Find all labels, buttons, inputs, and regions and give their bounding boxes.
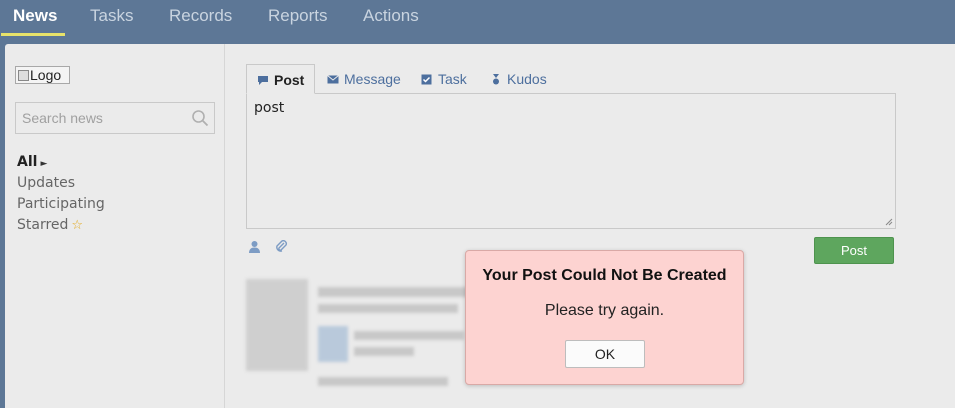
envelope-icon (327, 75, 339, 84)
post-textarea[interactable] (247, 94, 895, 228)
search-box (15, 102, 215, 134)
nav-tab-news[interactable]: News (0, 0, 66, 36)
nav-tab-records[interactable]: Records (169, 0, 232, 36)
dialog-message: Please try again. (544, 302, 665, 319)
logo: Logo (15, 66, 70, 84)
filter-updates[interactable]: Updates (17, 173, 105, 194)
feed-thumbnail (318, 326, 348, 362)
feed-avatar (246, 279, 308, 371)
attachment-tools (248, 240, 298, 258)
error-dialog: Your Post Could Not Be Created Please tr… (465, 250, 744, 385)
resize-handle-icon[interactable] (885, 218, 893, 226)
feed-line (318, 304, 458, 313)
news-filters: All ► Updates Participating Starred ☆ (17, 152, 105, 236)
tab-message[interactable]: Message (327, 64, 401, 94)
ok-button[interactable]: OK (565, 340, 645, 368)
arrow-right-icon: ► (40, 159, 48, 169)
tab-label: Task (438, 71, 467, 87)
tab-label: Kudos (507, 71, 547, 87)
paperclip-icon[interactable] (275, 240, 288, 258)
post-button[interactable]: Post (814, 237, 894, 264)
nav-tab-actions[interactable]: Actions (363, 0, 419, 36)
filter-participating[interactable]: Participating (17, 194, 105, 215)
checkbox-icon (421, 74, 432, 85)
speech-bubble-icon (258, 76, 268, 85)
filter-label: All (17, 154, 38, 170)
filter-label: Starred (17, 217, 69, 233)
medal-icon (493, 74, 499, 85)
search-icon[interactable] (191, 109, 209, 127)
sidebar: Logo All► Updates Participating Starred☆ (5, 44, 225, 408)
feed-line (354, 347, 414, 356)
filter-starred[interactable]: Starred ☆ (17, 215, 105, 236)
tab-label: Post (274, 72, 305, 88)
post-composer (246, 93, 896, 229)
user-icon[interactable] (248, 240, 261, 258)
dialog-title: Your Post Could Not Be Created (482, 267, 727, 284)
nav-tab-tasks[interactable]: Tasks (90, 0, 133, 36)
tab-label: Message (344, 71, 401, 87)
feed-line (354, 331, 464, 340)
tab-kudos[interactable]: Kudos (490, 64, 547, 94)
top-nav: News Tasks Records Reports Actions (0, 0, 955, 36)
tab-task[interactable]: Task (421, 64, 467, 94)
feed-line (318, 287, 468, 297)
star-icon: ☆ (71, 218, 84, 233)
tab-post[interactable]: Post (246, 64, 316, 94)
nav-tab-reports[interactable]: Reports (268, 0, 328, 36)
filter-all[interactable]: All ► (17, 152, 105, 173)
search-input[interactable] (16, 103, 176, 133)
feed-line (318, 377, 448, 386)
